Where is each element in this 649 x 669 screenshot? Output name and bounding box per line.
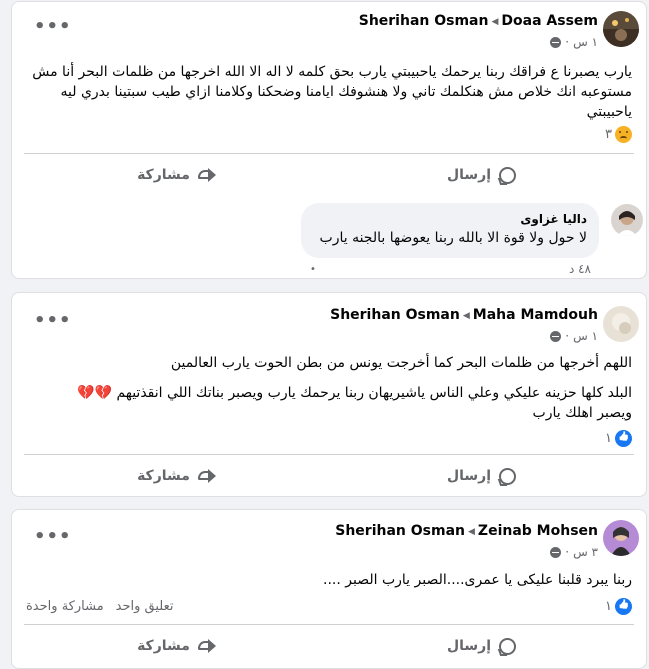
more-options-icon[interactable]: •••	[34, 526, 72, 547]
post-card: Sherihan Osman ◀ Doaa Assem ١ س · ••• يارب …	[11, 1, 647, 279]
post-header-names: Sherihan Osman ◀ Zeinab Mohsen	[335, 523, 598, 539]
post-card: Sherihan Osman ◀ Maha Mamdouh ١ س · ••• الل…	[11, 292, 647, 497]
reactions[interactable]: ١	[605, 598, 632, 615]
post-text-line2: البلد كلها حزينه عليكي وعلي الناس ياشيري…	[24, 383, 632, 403]
share-label: مشاركة	[137, 638, 190, 654]
share-icon	[197, 168, 216, 182]
commenter-name[interactable]: داليا غزاوى	[520, 212, 587, 226]
whatsapp-icon	[499, 166, 517, 184]
share-icon	[197, 639, 216, 653]
arrow-icon: ◀	[462, 311, 470, 321]
send-label: إرسال	[446, 638, 492, 654]
post-actions: إرسال مشاركة	[24, 624, 634, 667]
post-actions: إرسال مشاركة	[24, 153, 634, 196]
more-options-icon[interactable]: •••	[34, 16, 72, 37]
post-time[interactable]: ٣ س	[573, 545, 598, 559]
post-text-line1: اللهم أخرجها من ظلمات البحر كما أخرجت يو…	[170, 355, 632, 371]
globe-icon	[550, 330, 562, 342]
reaction-count: ١	[605, 431, 612, 446]
post-actions: إرسال مشاركة	[24, 454, 634, 497]
whatsapp-icon	[499, 467, 517, 485]
broken-heart-icon: 💔💔	[77, 385, 112, 401]
post-text: يارب يصبرنا ع فراقك ربنا يرحمك ياحبيبتي …	[32, 64, 632, 120]
share-button[interactable]: مشاركة	[24, 154, 329, 196]
sad-icon	[615, 126, 632, 143]
globe-icon	[550, 546, 562, 558]
reactions[interactable]: ١	[605, 430, 632, 447]
reaction-count: ١	[605, 599, 612, 614]
post-text-line3: ويصبر اهلك يارب	[532, 405, 632, 421]
post-text: ربنا يبرد قلبنا عليكى يا عمرى....الصبر ي…	[323, 572, 632, 588]
post-text-line2-body: البلد كلها حزينه عليكي وعلي الناس ياشيري…	[116, 385, 632, 401]
post-meta: ١ س ·	[550, 35, 598, 49]
comments-count[interactable]: تعليق واحد	[116, 599, 174, 614]
share-icon	[197, 469, 216, 483]
author-name[interactable]: Sherihan Osman	[359, 13, 489, 29]
like-icon	[615, 598, 632, 615]
share-button[interactable]: مشاركة	[24, 625, 329, 667]
comment-text: لا حول ولا قوة الا بالله ربنا يعوضها بال…	[319, 230, 587, 246]
target-name[interactable]: Zeinab Mohsen	[478, 523, 598, 539]
send-label: إرسال	[446, 468, 492, 484]
globe-icon	[550, 36, 562, 48]
send-label: إرسال	[446, 167, 492, 183]
avatar[interactable]	[603, 306, 639, 342]
arrow-icon: ◀	[468, 527, 475, 537]
more-options-icon[interactable]: •••	[34, 310, 72, 331]
send-button[interactable]: إرسال	[329, 455, 634, 497]
post-meta: ١ س ·	[550, 329, 598, 343]
post-header-names: Sherihan Osman ◀ Doaa Assem	[359, 13, 598, 29]
post-stats: تعليق واحد مشاركة واحدة	[26, 599, 174, 614]
post-header-names: Sherihan Osman ◀ Maha Mamdouh	[330, 307, 598, 323]
post-time[interactable]: ١ س	[573, 35, 598, 49]
avatar[interactable]	[603, 11, 639, 47]
reactions[interactable]: ٣	[605, 126, 632, 143]
comment-bubble: داليا غزاوى لا حول ولا قوة الا بالله ربن…	[301, 203, 599, 258]
avatar[interactable]	[603, 520, 639, 556]
target-name[interactable]: Maha Mamdouh	[473, 307, 598, 323]
post-time[interactable]: ١ س	[573, 329, 598, 343]
author-name[interactable]: Sherihan Osman	[330, 307, 460, 323]
whatsapp-icon	[499, 637, 517, 655]
author-name[interactable]: Sherihan Osman	[335, 523, 465, 539]
target-name[interactable]: Doaa Assem	[501, 13, 598, 29]
share-label: مشاركة	[137, 167, 190, 183]
send-button[interactable]: إرسال	[329, 154, 634, 196]
post-meta: ٣ س ·	[550, 545, 598, 559]
like-icon	[615, 430, 632, 447]
commenter-avatar[interactable]	[611, 204, 643, 236]
arrow-icon: ◀	[491, 17, 499, 27]
post-card: Sherihan Osman ◀ Zeinab Mohsen ٣ س · ••• رب…	[11, 509, 647, 669]
share-button[interactable]: مشاركة	[24, 455, 329, 497]
comment-dot: •	[310, 264, 316, 275]
shares-count[interactable]: مشاركة واحدة	[26, 599, 104, 614]
comment-time[interactable]: ٤٨ د	[569, 262, 591, 276]
send-button[interactable]: إرسال	[329, 625, 634, 667]
share-label: مشاركة	[137, 468, 190, 484]
reaction-count: ٣	[605, 127, 612, 142]
